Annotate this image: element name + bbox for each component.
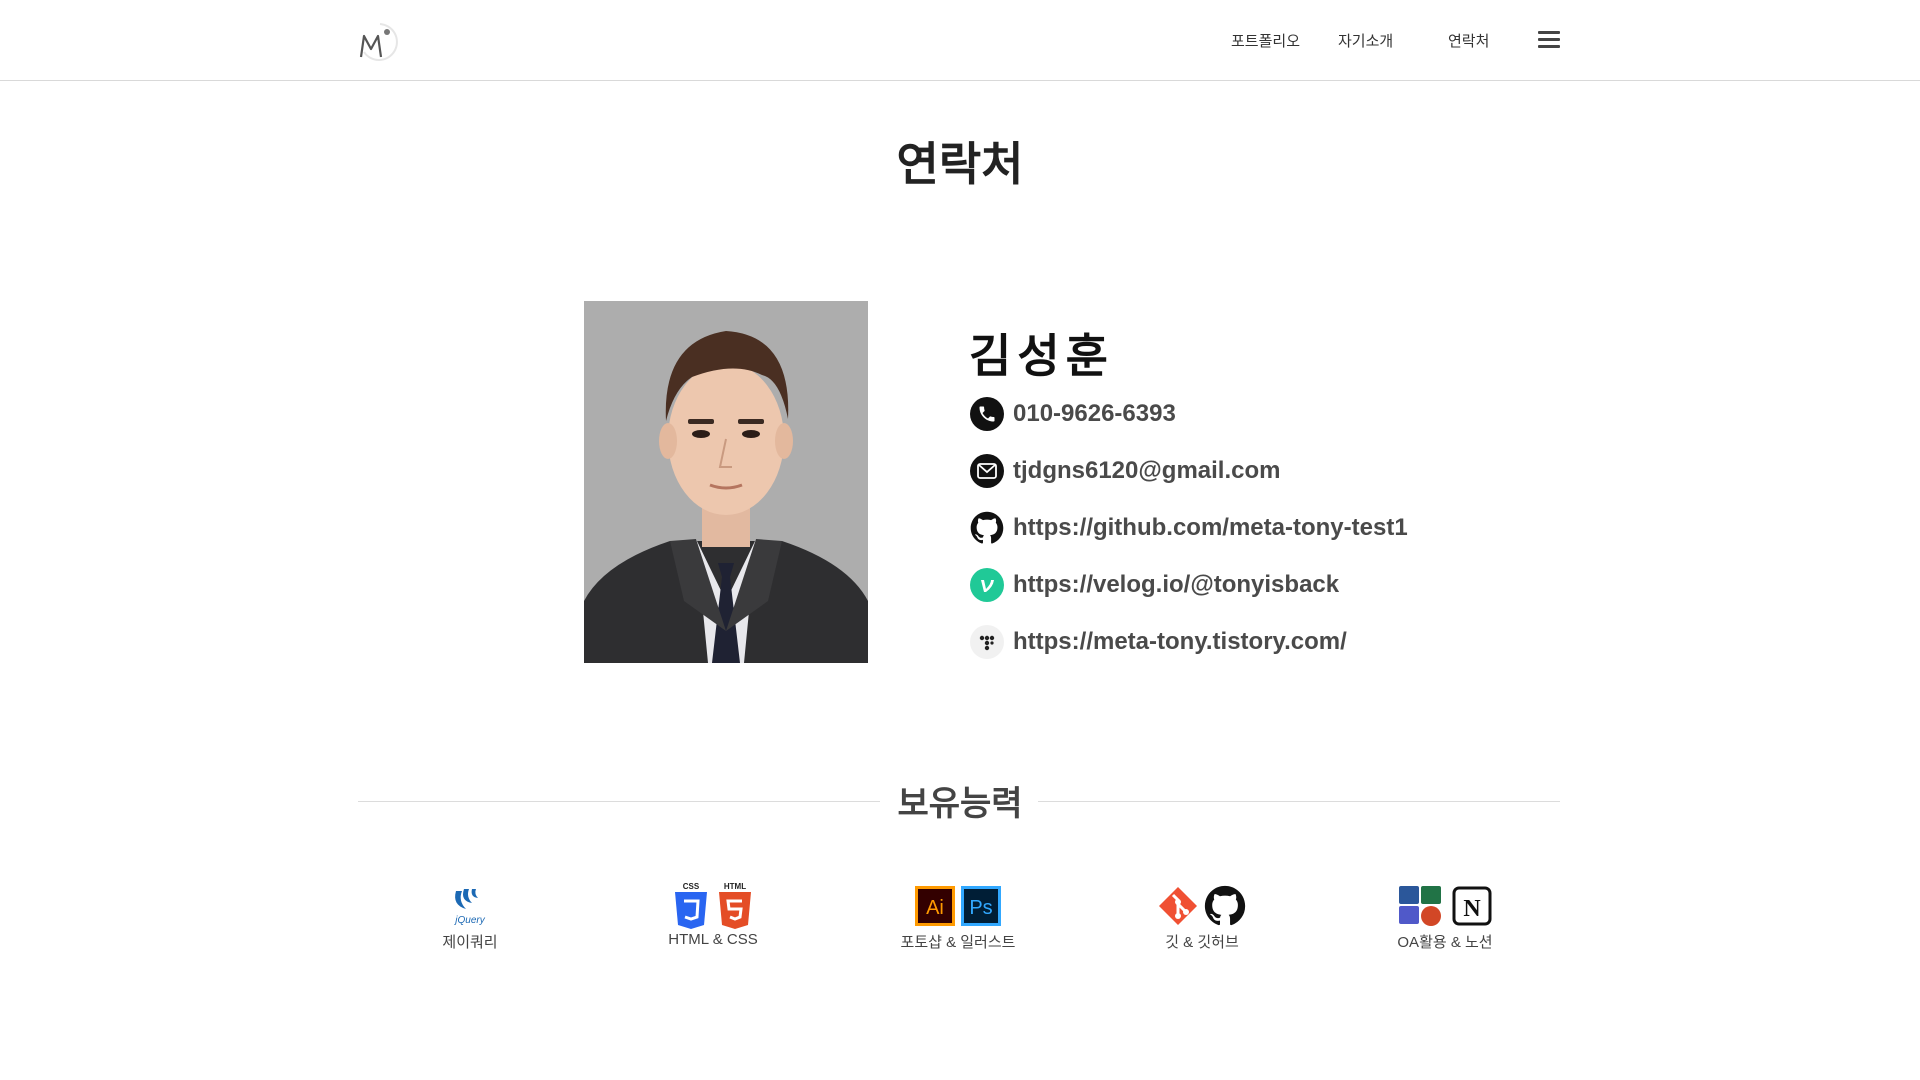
skill-label: HTML & CSS <box>668 931 758 948</box>
jquery-icon: jQuery <box>453 889 486 926</box>
skill-office-notion: N OA활용 & 노션 <box>1325 883 1565 952</box>
skill-photoshop-illustrator: Ai Ps 포토샵 & 일러스트 <box>838 883 1078 952</box>
skill-jquery: jQuery 제이쿼리 <box>350 883 590 952</box>
github-link[interactable]: https://github.com/meta-tony-test1 <box>1013 514 1408 542</box>
site-header: 포트폴리오 자기소개 연락처 <box>0 0 1920 81</box>
office-icon <box>1399 886 1441 926</box>
hamburger-menu-icon[interactable] <box>1538 31 1560 49</box>
nav-about[interactable]: 자기소개 <box>1338 30 1393 51</box>
velog-link[interactable]: https://velog.io/@tonyisback <box>1013 571 1339 599</box>
notion-logo-text: N <box>1463 896 1481 922</box>
divider-line <box>1038 801 1560 802</box>
tistory-link[interactable]: https://meta-tony.tistory.com/ <box>1013 628 1347 656</box>
illustrator-icon: Ai <box>915 886 955 926</box>
tistory-icon <box>970 625 1004 659</box>
contact-phone[interactable]: 010-9626-6393 <box>970 396 1176 432</box>
skill-git-github: 깃 & 깃허브 <box>1082 883 1322 952</box>
email-address[interactable]: tjdgns6120@gmail.com <box>1013 457 1280 485</box>
velog-icon <box>970 568 1004 602</box>
menu-bar <box>1538 45 1560 48</box>
m-logo-icon[interactable] <box>358 22 402 62</box>
ai-logo-text: Ai <box>926 897 944 919</box>
ps-logo-text: Ps <box>969 897 992 919</box>
github-icon <box>970 511 1004 545</box>
contact-github[interactable]: https://github.com/meta-tony-test1 <box>970 510 1408 546</box>
git-icon <box>1159 887 1197 925</box>
css3-icon: CSS <box>675 882 707 929</box>
mail-icon <box>970 454 1004 488</box>
contact-email[interactable]: tjdgns6120@gmail.com <box>970 453 1280 489</box>
skill-label: 포토샵 & 일러스트 <box>900 934 1016 951</box>
skill-label: 제이쿼리 <box>442 934 498 951</box>
contact-tistory[interactable]: https://meta-tony.tistory.com/ <box>970 624 1347 660</box>
github-icon <box>1204 885 1246 926</box>
page-title: 연락처 <box>896 138 1024 190</box>
phone-icon <box>970 397 1004 431</box>
skill-label: OA활용 & 노션 <box>1397 934 1493 951</box>
phone-number[interactable]: 010-9626-6393 <box>1013 400 1176 428</box>
nav-contact[interactable]: 연락처 <box>1448 30 1489 51</box>
menu-bar <box>1538 38 1560 41</box>
css-logo-text: CSS <box>683 882 700 891</box>
menu-bar <box>1538 31 1560 34</box>
html-logo-text: HTML <box>724 882 746 891</box>
jquery-logo-text: jQuery <box>453 915 485 926</box>
skill-html-css: CSS HTML HTML & CSS <box>593 882 833 948</box>
photoshop-icon: Ps <box>961 886 1001 926</box>
skills-heading: 보유능력 <box>897 785 1023 823</box>
html5-icon: HTML <box>719 882 751 929</box>
profile-photo <box>584 301 868 663</box>
nav-portfolio[interactable]: 포트폴리오 <box>1231 30 1300 51</box>
contact-velog[interactable]: https://velog.io/@tonyisback <box>970 567 1339 603</box>
profile-name: 김성훈 <box>969 330 1114 382</box>
notion-icon: N <box>1452 886 1492 926</box>
skill-label: 깃 & 깃허브 <box>1165 934 1239 951</box>
